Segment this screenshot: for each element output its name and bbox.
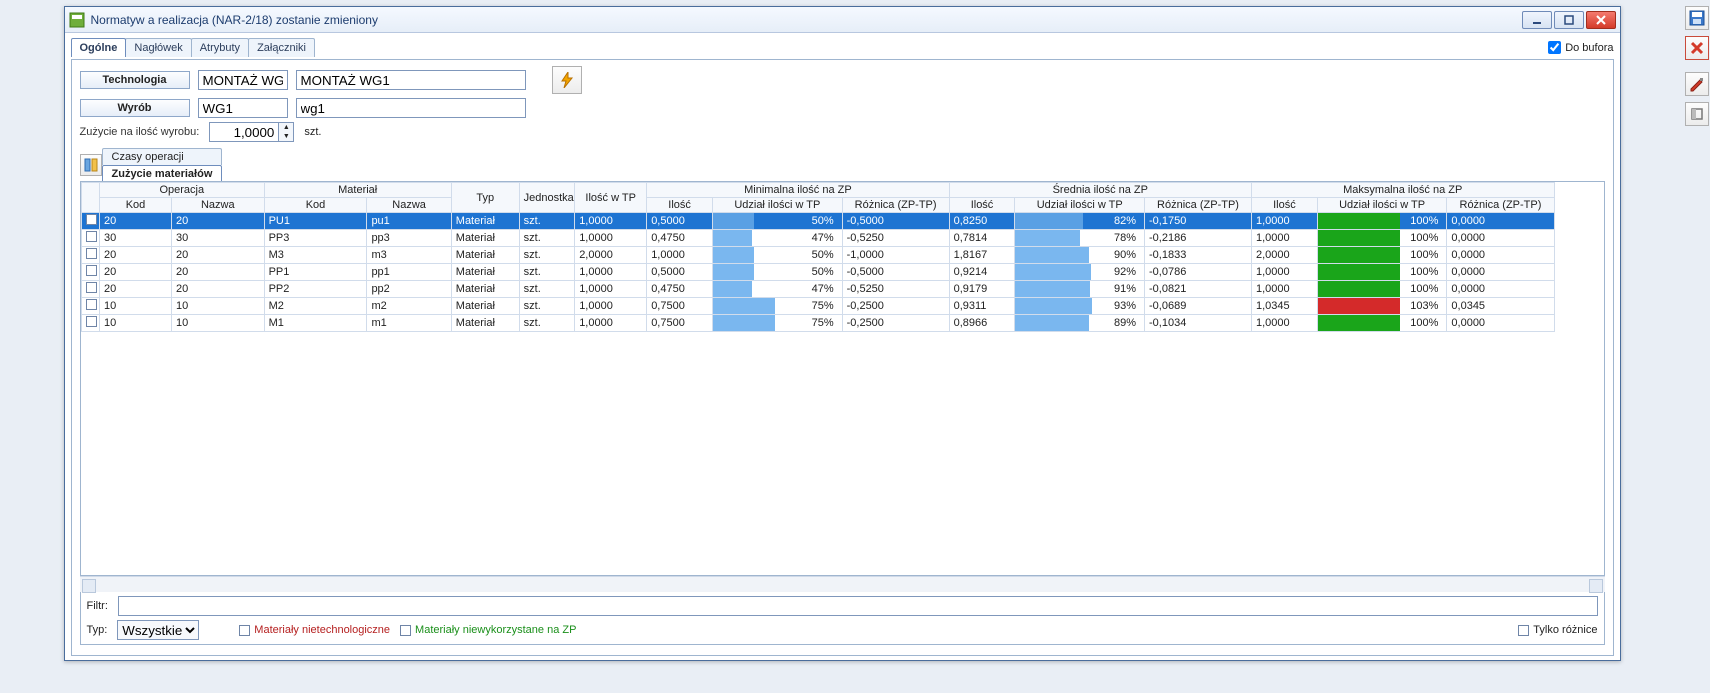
- zuzycie-input[interactable]: [209, 122, 279, 142]
- hdr-mat-nazwa[interactable]: Nazwa: [367, 198, 451, 213]
- filter-input[interactable]: [118, 596, 1598, 616]
- materials-grid: Operacja Materiał Typ Jednostka Ilość w …: [81, 182, 1555, 332]
- legend-nietechnologiczne: Materiały nietechnologiczne: [239, 624, 390, 636]
- hdr-ilosc-tp[interactable]: Ilość w TP: [575, 183, 647, 213]
- save-button[interactable]: [1685, 6, 1709, 30]
- spin-up-icon[interactable]: ▲: [279, 123, 293, 132]
- tab-załączniki[interactable]: Załączniki: [248, 38, 315, 57]
- main-tabs: OgólneNagłówekAtrybutyZałączniki: [71, 37, 314, 56]
- titlebar: Normatyw a realizacja (NAR-2/18) zostani…: [65, 7, 1620, 33]
- hdr-max-ilosc[interactable]: Ilość: [1251, 198, 1317, 213]
- hdr-operacja[interactable]: Operacja: [100, 183, 265, 198]
- wyrob-code-input[interactable]: [198, 98, 288, 118]
- tab-atrybuty[interactable]: Atrybuty: [191, 38, 249, 57]
- only-diff-checkbox[interactable]: Tylko różnice: [1518, 624, 1597, 636]
- legend-niewykorzystane: Materiały niewykorzystane na ZP: [400, 624, 576, 636]
- hdr-material[interactable]: Materiał: [264, 183, 451, 198]
- cancel-button[interactable]: [1685, 36, 1709, 60]
- config-columns-button[interactable]: [80, 154, 102, 176]
- table-row[interactable]: 1010M1m1Materiałszt.1,00000,750075%-0,25…: [81, 315, 1554, 332]
- main-window: Normatyw a realizacja (NAR-2/18) zostani…: [64, 6, 1621, 661]
- hdr-mat-kod[interactable]: Kod: [264, 198, 367, 213]
- hdr-min-ilosc[interactable]: Ilość: [647, 198, 713, 213]
- typ-label: Typ:: [87, 624, 108, 636]
- toggle-panel-button[interactable]: [1685, 102, 1709, 126]
- zuzycie-unit: szt.: [304, 126, 321, 138]
- table-row[interactable]: 2020PU1pu1Materiałszt.1,00000,500050%-0,…: [81, 213, 1554, 230]
- hdr-op-nazwa[interactable]: Nazwa: [172, 198, 265, 213]
- technologia-code-input[interactable]: [198, 70, 288, 90]
- horizontal-scrollbar[interactable]: [80, 576, 1605, 592]
- technologia-button[interactable]: Technologia: [80, 71, 190, 89]
- subtab-0[interactable]: Czasy operacji: [102, 148, 223, 165]
- table-row[interactable]: 1010M2m2Materiałszt.1,00000,750075%-0,25…: [81, 298, 1554, 315]
- hdr-avg[interactable]: Średnia ilość na ZP: [949, 183, 1251, 198]
- hdr-avg-udzial[interactable]: Udział ilości w TP: [1015, 198, 1145, 213]
- subtab-1[interactable]: Zużycie materiałów: [102, 165, 223, 182]
- spin-down-icon[interactable]: ▼: [279, 132, 293, 141]
- hdr-jednostka[interactable]: Jednostka: [519, 183, 575, 213]
- edit-filter-button[interactable]: [1685, 72, 1709, 96]
- grid-footer: Filtr: Typ: Wszystkie Materiały nietechn…: [80, 592, 1605, 645]
- hdr-typ[interactable]: Typ: [451, 183, 519, 213]
- technologia-name-input[interactable]: [296, 70, 526, 90]
- hdr-min-roznica[interactable]: Różnica (ZP-TP): [842, 198, 949, 213]
- hdr-max-roznica[interactable]: Różnica (ZP-TP): [1447, 198, 1554, 213]
- minimize-button[interactable]: [1522, 11, 1552, 29]
- lightning-button[interactable]: [552, 66, 582, 94]
- buffer-checkbox[interactable]: Do bufora: [1548, 37, 1613, 54]
- window-title: Normatyw a realizacja (NAR-2/18) zostani…: [91, 13, 1522, 27]
- table-row[interactable]: 2020PP1pp1Materiałszt.1,00000,500050%-0,…: [81, 264, 1554, 281]
- typ-select[interactable]: Wszystkie: [117, 620, 199, 640]
- tab-nagłówek[interactable]: Nagłówek: [125, 38, 191, 57]
- close-button[interactable]: [1586, 11, 1616, 29]
- app-icon: [69, 12, 85, 28]
- hdr-min[interactable]: Minimalna ilość na ZP: [647, 183, 949, 198]
- wyrob-button[interactable]: Wyrób: [80, 99, 190, 117]
- table-row[interactable]: 2020PP2pp2Materiałszt.1,00000,475047%-0,…: [81, 281, 1554, 298]
- filter-label: Filtr:: [87, 600, 108, 612]
- hdr-max[interactable]: Maksymalna ilość na ZP: [1251, 183, 1554, 198]
- right-toolbar: [1684, 6, 1710, 126]
- hdr-avg-roznica[interactable]: Różnica (ZP-TP): [1145, 198, 1252, 213]
- tab-ogólne[interactable]: Ogólne: [71, 38, 127, 57]
- table-row[interactable]: 2020M3m3Materiałszt.2,00001,000050%-1,00…: [81, 247, 1554, 264]
- hdr-max-udzial[interactable]: Udział ilości w TP: [1317, 198, 1447, 213]
- tab-panel-ogolne: Technologia Wyrób Zużycie na ilość wyrob…: [71, 59, 1614, 656]
- zuzycie-label: Zużycie na ilość wyrobu:: [80, 126, 200, 138]
- hdr-avg-ilosc[interactable]: Ilość: [949, 198, 1015, 213]
- hdr-min-udzial[interactable]: Udział ilości w TP: [713, 198, 843, 213]
- maximize-button[interactable]: [1554, 11, 1584, 29]
- table-row[interactable]: 3030PP3pp3Materiałszt.1,00000,475047%-0,…: [81, 230, 1554, 247]
- buffer-label: Do bufora: [1565, 42, 1613, 54]
- zuzycie-stepper[interactable]: ▲▼: [209, 122, 294, 142]
- grid-wrap[interactable]: Operacja Materiał Typ Jednostka Ilość w …: [80, 181, 1605, 576]
- buffer-checkbox-input[interactable]: [1548, 41, 1561, 54]
- hdr-op-kod[interactable]: Kod: [100, 198, 172, 213]
- wyrob-name-input[interactable]: [296, 98, 526, 118]
